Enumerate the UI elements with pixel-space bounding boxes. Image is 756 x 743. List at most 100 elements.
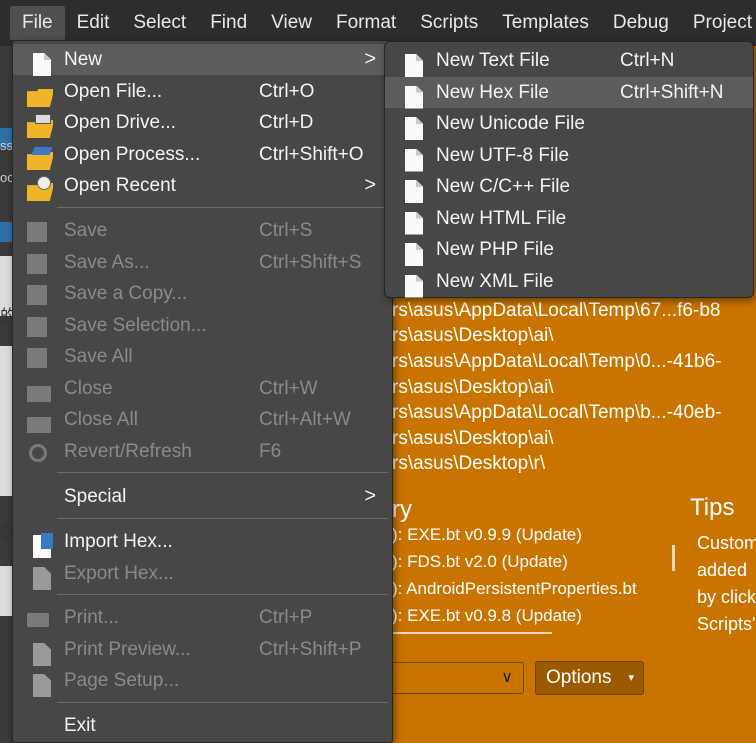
- menu-edit[interactable]: Edit: [65, 6, 122, 40]
- menu-item-page-setup[interactable]: Page Setup...: [13, 665, 392, 697]
- menu-item-save-selection[interactable]: Save Selection...: [13, 310, 392, 341]
- submenu-item-new-php-file[interactable]: New PHP File: [385, 234, 753, 266]
- menu-separator: [57, 207, 388, 208]
- menu-item-close[interactable]: Close Ctrl+W: [13, 373, 392, 404]
- menu-item-label: Open Drive...: [64, 112, 176, 133]
- menu-item-shortcut: Ctrl+O: [259, 81, 315, 102]
- open-folder-icon: [21, 81, 53, 107]
- menu-select[interactable]: Select: [121, 6, 198, 40]
- save-as-icon: [21, 252, 47, 274]
- history-heading: ry: [392, 496, 412, 523]
- menu-item-shortcut: Ctrl+S: [259, 220, 313, 241]
- menu-item-print[interactable]: Print... Ctrl+P: [13, 602, 392, 633]
- menu-item-label: Open Process...: [64, 144, 201, 165]
- recent-file-link[interactable]: rs\asus\AppData\Local\Temp\b...-40eb-: [392, 402, 722, 424]
- menu-item-shortcut: Ctrl+P: [259, 607, 313, 628]
- menu-item-special[interactable]: Special >: [13, 481, 392, 512]
- tips-text: Scripts': [697, 614, 756, 634]
- menu-scripts[interactable]: Scripts: [408, 6, 490, 40]
- menu-item-save-all[interactable]: Save All: [13, 341, 392, 372]
- history-entry[interactable]: ): AndroidPersistentProperties.bt: [392, 579, 662, 599]
- menu-templates[interactable]: Templates: [490, 6, 601, 40]
- menu-item-open-drive[interactable]: Open Drive... Ctrl+D: [13, 107, 392, 138]
- submenu-item-new-utf8-file[interactable]: New UTF-8 File: [385, 140, 753, 172]
- menu-item-open-recent[interactable]: Open Recent >: [13, 170, 392, 201]
- submenu-item-new-hex-file[interactable]: New Hex File Ctrl+Shift+N: [385, 76, 753, 109]
- recent-file-link[interactable]: rs\asus\Desktop\ai\: [392, 377, 554, 399]
- history-entry[interactable]: ): EXE.bt v0.9.9 (Update): [392, 525, 662, 545]
- menu-item-close-all[interactable]: Close All Ctrl+Alt+W: [13, 404, 392, 435]
- menu-separator: [57, 472, 388, 473]
- menu-item-shortcut: Ctrl+Shift+P: [259, 639, 362, 660]
- menu-item-export-hex[interactable]: Export Hex...: [13, 558, 392, 590]
- tips-text: Custom: [697, 533, 756, 553]
- menu-file[interactable]: File: [10, 6, 65, 40]
- menu-format[interactable]: Format: [324, 6, 408, 40]
- save-icon: [21, 220, 47, 242]
- menu-item-label: Close: [64, 378, 113, 399]
- unicode-file-icon: [393, 113, 423, 140]
- menu-item-save[interactable]: Save Ctrl+S: [13, 215, 392, 246]
- history-entry[interactable]: ): FDS.bt v2.0 (Update): [392, 552, 662, 572]
- menu-item-label: Special: [64, 486, 127, 507]
- save-all-icon: [21, 346, 47, 368]
- menu-item-exit[interactable]: Exit: [13, 710, 392, 741]
- menu-item-open-file[interactable]: Open File... Ctrl+O: [13, 76, 392, 107]
- new-document-icon: [21, 49, 51, 76]
- menu-item-save-as[interactable]: Save As... Ctrl+Shift+S: [13, 247, 392, 278]
- menu-project[interactable]: Project: [681, 6, 756, 40]
- submenu-item-new-unicode-file[interactable]: New Unicode File: [385, 108, 753, 140]
- recent-file-link[interactable]: rs\asus\AppData\Local\Temp\67...f6-b8: [392, 300, 720, 322]
- menu-item-shortcut: Ctrl+Alt+W: [259, 409, 351, 430]
- recent-file-link[interactable]: rs\asus\Desktop\ai\: [392, 325, 554, 347]
- tips-heading: Tips: [690, 494, 735, 521]
- submenu-item-new-text-file[interactable]: New Text File Ctrl+N: [385, 45, 753, 77]
- submenu-item-label: New HTML File: [436, 207, 567, 229]
- save-selection-icon: [21, 315, 47, 337]
- recent-file-link[interactable]: rs\asus\AppData\Local\Temp\0...-41b6-: [392, 351, 722, 373]
- submenu-item-new-html-file[interactable]: New HTML File: [385, 203, 753, 235]
- history-scrollbar-horizontal[interactable]: [392, 632, 552, 634]
- menu-item-label: Open Recent: [64, 175, 176, 196]
- submenu-arrow-icon: >: [364, 48, 376, 70]
- menu-item-print-preview[interactable]: Print Preview... Ctrl+Shift+P: [13, 634, 392, 666]
- menu-item-shortcut: Ctrl+D: [259, 112, 314, 133]
- submenu-item-label: New C/C++ File: [436, 176, 571, 197]
- menu-debug[interactable]: Debug: [601, 6, 681, 40]
- menu-item-label: New: [64, 49, 103, 70]
- xml-file-icon: [393, 271, 423, 298]
- submenu-item-new-xml-file[interactable]: New XML File: [385, 266, 753, 298]
- open-recent-icon: [21, 175, 53, 201]
- history-scrollbar-vertical[interactable]: [672, 545, 675, 571]
- menu-item-import-hex[interactable]: Import Hex...: [13, 526, 392, 558]
- utf8-file-icon: [393, 145, 423, 172]
- menu-item-label: Save As...: [64, 252, 150, 273]
- submenu-item-new-c-cpp-file[interactable]: New C/C++ File: [385, 171, 753, 203]
- hex-file-icon: [393, 82, 423, 109]
- menu-item-shortcut: Ctrl+W: [259, 378, 318, 399]
- submenu-item-shortcut: Ctrl+N: [620, 50, 675, 71]
- menu-view[interactable]: View: [259, 6, 324, 40]
- history-entry[interactable]: ): EXE.bt v0.9.8 (Update): [392, 606, 662, 626]
- menu-item-label: Close All: [64, 409, 138, 430]
- menu-item-label: Save a Copy...: [64, 283, 188, 304]
- template-select[interactable]: ∨: [388, 662, 524, 694]
- file-menu: New > Open File... Ctrl+O Open Drive... …: [12, 40, 393, 743]
- submenu-arrow-icon: >: [364, 485, 376, 507]
- submenu-item-label: New UTF-8 File: [436, 144, 570, 166]
- tips-text: added: [697, 560, 748, 580]
- recent-file-link[interactable]: rs\asus\Desktop\r\: [392, 453, 545, 475]
- menu-item-label: Open File...: [64, 81, 163, 102]
- close-all-icon: [21, 409, 51, 433]
- menu-item-open-process[interactable]: Open Process... Ctrl+Shift+O: [13, 139, 392, 170]
- menu-item-revert-refresh[interactable]: Revert/Refresh F6: [13, 436, 392, 467]
- recent-file-link[interactable]: rs\asus\Desktop\ai\: [392, 428, 554, 450]
- submenu-item-label: New Unicode File: [436, 113, 585, 134]
- menu-item-label: Import Hex...: [64, 531, 173, 552]
- menu-find[interactable]: Find: [198, 6, 259, 40]
- options-button[interactable]: Options ▾: [535, 661, 644, 695]
- menu-item-new[interactable]: New >: [13, 44, 392, 76]
- menu-item-label: Exit: [64, 715, 96, 736]
- menu-item-save-a-copy[interactable]: Save a Copy...: [13, 278, 392, 309]
- menu-item-label: Save All: [64, 346, 133, 367]
